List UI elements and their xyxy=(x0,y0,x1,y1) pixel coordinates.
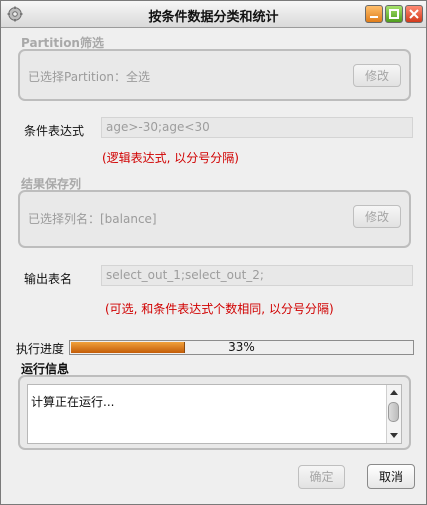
output-table-label: 输出表名 xyxy=(24,272,73,286)
scroll-up-icon[interactable] xyxy=(389,388,399,398)
condition-label: 条件表达式 xyxy=(24,124,85,138)
partition-group: 已选择Partition：全选 修改 xyxy=(18,49,411,101)
close-icon xyxy=(409,9,419,19)
condition-input[interactable]: age>-30;age<30 xyxy=(101,117,413,138)
run-info-group: 计算正在运行... xyxy=(18,375,411,450)
title-bar[interactable]: 按条件数据分类和统计 xyxy=(1,1,426,28)
progress-percent: 33% xyxy=(228,340,255,354)
condition-hint: (逻辑表达式, 以分号分隔) xyxy=(102,151,239,165)
maximize-button[interactable] xyxy=(385,5,403,23)
result-columns-group: 已选择列名：[balance] 修改 xyxy=(18,190,411,248)
partition-modify-button[interactable]: 修改 xyxy=(353,64,401,87)
maximize-icon xyxy=(389,9,399,19)
window-title: 按条件数据分类和统计 xyxy=(148,10,279,25)
scroll-thumb[interactable] xyxy=(388,402,399,422)
minimize-icon xyxy=(370,16,378,18)
cancel-button[interactable]: 取消 xyxy=(367,464,415,489)
close-button[interactable] xyxy=(405,5,423,23)
output-table-hint: (可选, 和条件表达式个数相同, 以分号分隔) xyxy=(105,302,334,316)
ok-button[interactable]: 确定 xyxy=(298,465,345,489)
progress-label: 执行进度 xyxy=(16,342,65,356)
result-columns-modify-button[interactable]: 修改 xyxy=(353,205,401,228)
run-info-log[interactable]: 计算正在运行... xyxy=(27,384,402,444)
dialog-window: 按条件数据分类和统计 Partition筛选 已选择Partition：全选 修… xyxy=(0,0,427,505)
output-table-input[interactable]: select_out_1;select_out_2; xyxy=(101,265,413,286)
progress-bar: 33% xyxy=(69,340,414,355)
run-info-log-text: 计算正在运行... xyxy=(31,395,115,409)
minimize-button[interactable] xyxy=(365,5,383,23)
partition-selected-text: 已选择Partition：全选 xyxy=(28,70,151,84)
scroll-down-icon[interactable] xyxy=(389,430,399,440)
result-columns-selected-text: 已选择列名：[balance] xyxy=(28,212,157,226)
log-scrollbar[interactable] xyxy=(386,385,401,443)
